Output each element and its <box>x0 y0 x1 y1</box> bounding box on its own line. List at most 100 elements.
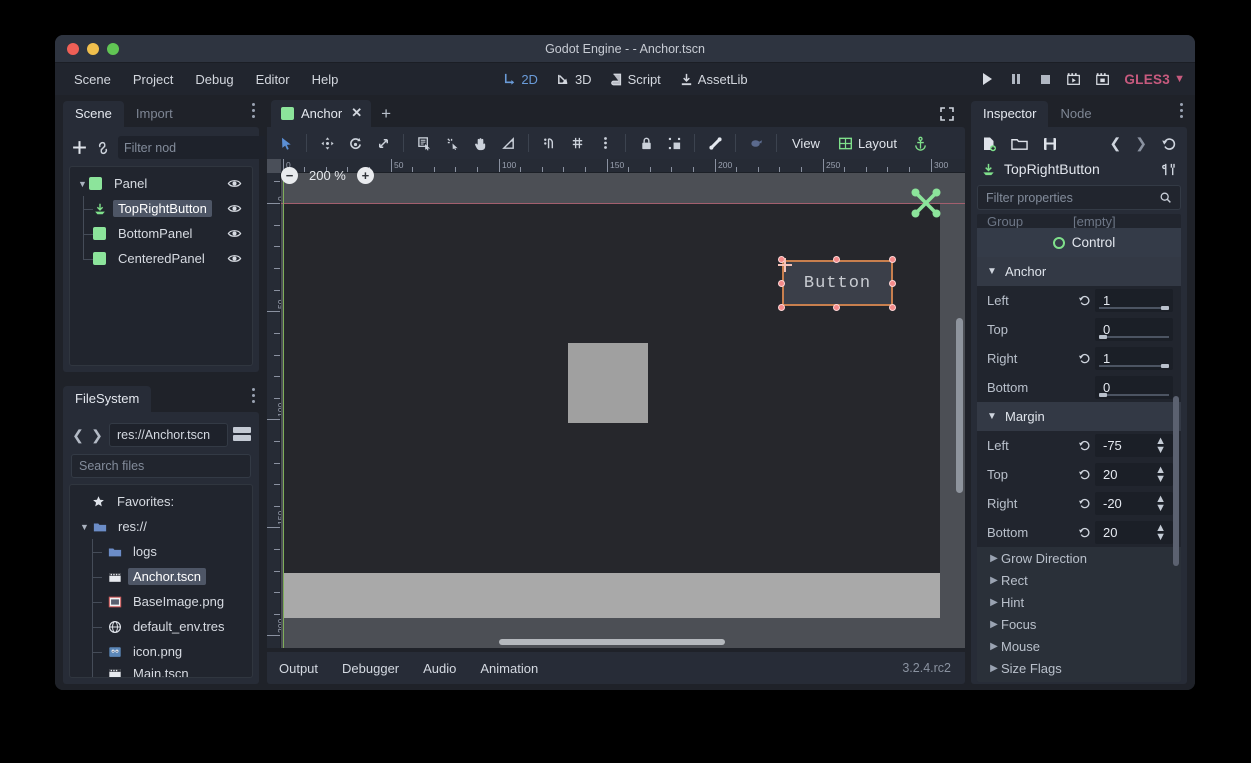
maximize-window-button[interactable] <box>107 43 119 55</box>
bottom-tab-output[interactable]: Output <box>279 661 318 676</box>
property-field[interactable]: 20 ▲▼ <box>1095 521 1173 544</box>
filesystem-row-anchor-tscn[interactable]: Anchor.tscn <box>72 564 250 589</box>
history-back-icon[interactable]: ❮ <box>1110 135 1122 152</box>
property-field[interactable]: -20 ▲▼ <box>1095 492 1173 515</box>
bottom-tab-animation[interactable]: Animation <box>480 661 538 676</box>
chevron-down-icon[interactable]: ▼ <box>985 266 999 277</box>
instance-scene-button[interactable] <box>95 138 111 158</box>
save-resource-icon[interactable] <box>1042 136 1058 152</box>
nav-back-icon[interactable]: ❮ <box>71 427 85 444</box>
close-window-button[interactable] <box>67 43 79 55</box>
menu-project[interactable]: Project <box>124 68 182 91</box>
canvas-content[interactable]: Button <box>281 173 965 648</box>
minimize-window-button[interactable] <box>87 43 99 55</box>
selection-handle[interactable] <box>889 256 896 263</box>
filesystem-search-box[interactable] <box>71 454 251 478</box>
property-field[interactable]: 1 <box>1095 289 1173 312</box>
history-icon[interactable] <box>1161 136 1177 152</box>
property-section-theme[interactable]: ▶ Theme <box>977 679 1181 682</box>
property-row-margin-bottom[interactable]: Bottom 20 ▲▼ <box>977 518 1181 547</box>
add-scene-tab-button[interactable]: + <box>371 104 401 127</box>
main-button-2d[interactable]: 2D <box>502 72 538 87</box>
stop-icon[interactable] <box>1037 71 1053 87</box>
skeleton-icon[interactable] <box>743 131 769 155</box>
revert-icon[interactable] <box>1073 294 1095 307</box>
bottom-tab-debugger[interactable]: Debugger <box>342 661 399 676</box>
property-field[interactable]: 0 <box>1095 318 1173 341</box>
slider-grabber[interactable] <box>1161 364 1169 368</box>
spinner-icon[interactable]: ▲▼ <box>1155 524 1166 542</box>
menu-scene[interactable]: Scene <box>65 68 120 91</box>
canvas-horizontal-scrollbar[interactable] <box>499 639 725 645</box>
anchor-handle-widget[interactable] <box>909 186 943 220</box>
chevron-down-icon[interactable]: ▼ <box>1174 73 1185 85</box>
tree-node-panel[interactable]: ▼ Panel <box>72 171 250 196</box>
spinner-icon[interactable]: ▲▼ <box>1155 466 1166 484</box>
play-custom-scene-icon[interactable] <box>1095 71 1111 87</box>
chevron-right-icon[interactable]: ▶ <box>987 597 1001 608</box>
visibility-toggle-icon[interactable] <box>227 226 242 241</box>
menu-editor[interactable]: Editor <box>247 68 299 91</box>
renderer-selector[interactable]: GLES3 <box>1124 72 1170 87</box>
property-section-margin[interactable]: ▼ Margin <box>977 402 1181 431</box>
chevron-down-icon[interactable]: ▼ <box>76 179 89 189</box>
layout-menu-button[interactable]: Layout <box>830 136 905 151</box>
pan-mode-icon[interactable] <box>467 131 493 155</box>
zoom-out-button[interactable]: − <box>281 167 298 184</box>
property-section-size-flags[interactable]: ▶ Size Flags <box>977 657 1181 679</box>
property-row-anchor-bottom[interactable]: Bottom 0 <box>977 373 1181 402</box>
inspector-scrollbar[interactable] <box>1173 396 1179 566</box>
inspector-filter-box[interactable] <box>977 185 1181 210</box>
tree-node-toprightbutton[interactable]: TopRightButton <box>72 196 250 221</box>
tree-node-centeredpanel[interactable]: CenteredPanel <box>72 246 250 271</box>
zoom-in-button[interactable]: + <box>357 167 374 184</box>
chevron-right-icon[interactable]: ▶ <box>987 575 1001 586</box>
lock-icon[interactable] <box>633 131 659 155</box>
property-list[interactable]: Group [empty] Control ▼ Anchor <box>977 214 1181 682</box>
current-path-field[interactable]: res://Anchor.tscn <box>109 423 228 447</box>
tab-inspector[interactable]: Inspector <box>971 101 1048 127</box>
slider-grabber[interactable] <box>1099 335 1107 339</box>
visibility-toggle-icon[interactable] <box>227 251 242 266</box>
chevron-right-icon[interactable]: ▶ <box>987 641 1001 652</box>
filesystem-tree[interactable]: Favorites: ▼ res:// <box>69 484 253 678</box>
bone-icon[interactable] <box>702 131 728 155</box>
property-row-margin-left[interactable]: Left -75 ▲▼ <box>977 431 1181 460</box>
revert-icon[interactable] <box>1073 468 1095 481</box>
menu-help[interactable]: Help <box>303 68 348 91</box>
property-field[interactable]: 1 <box>1095 347 1173 370</box>
group-icon[interactable] <box>661 131 687 155</box>
selection-handle[interactable] <box>833 256 840 263</box>
property-section-rect[interactable]: ▶ Rect <box>977 569 1181 591</box>
selection-handle[interactable] <box>889 304 896 311</box>
tree-node-bottompanel[interactable]: BottomPanel <box>72 221 250 246</box>
canvas-vertical-scrollbar[interactable] <box>956 318 963 493</box>
property-section-anchor[interactable]: ▼ Anchor <box>977 257 1181 286</box>
scale-mode-icon[interactable] <box>370 131 396 155</box>
slider-grabber[interactable] <box>1161 306 1169 310</box>
filesystem-row-res[interactable]: ▼ res:// <box>72 514 250 539</box>
snap-config-icon[interactable] <box>564 131 590 155</box>
scene-filter-input[interactable] <box>124 141 285 155</box>
revert-icon[interactable] <box>1073 526 1095 539</box>
chevron-right-icon[interactable]: ▶ <box>987 663 1001 674</box>
move-mode-icon[interactable] <box>314 131 340 155</box>
property-section-mouse[interactable]: ▶ Mouse <box>977 635 1181 657</box>
ruler-mode-icon[interactable] <box>495 131 521 155</box>
scene-tab-anchor[interactable]: Anchor ✕ <box>271 100 371 127</box>
revert-icon[interactable] <box>1073 352 1095 365</box>
view-menu-button[interactable]: View <box>784 136 828 151</box>
select-mode-icon[interactable] <box>273 131 299 155</box>
filesystem-row-baseimage-png[interactable]: BaseImage.png <box>72 589 250 614</box>
property-field[interactable]: 20 ▲▼ <box>1095 463 1173 486</box>
property-row-margin-right[interactable]: Right -20 ▲▼ <box>977 489 1181 518</box>
distraction-free-mode-icon[interactable] <box>939 106 955 122</box>
filesystem-row-icon-png[interactable]: icon.png <box>72 639 250 664</box>
snap-mode-icon[interactable] <box>536 131 562 155</box>
filesystem-row-default-env-tres[interactable]: default_env.tres <box>72 614 250 639</box>
tab-import[interactable]: Import <box>124 101 185 127</box>
selection-handle[interactable] <box>778 304 785 311</box>
spinner-icon[interactable]: ▲▼ <box>1155 437 1166 455</box>
property-section-hint[interactable]: ▶ Hint <box>977 591 1181 613</box>
inspector-filter-input[interactable] <box>986 191 1159 205</box>
